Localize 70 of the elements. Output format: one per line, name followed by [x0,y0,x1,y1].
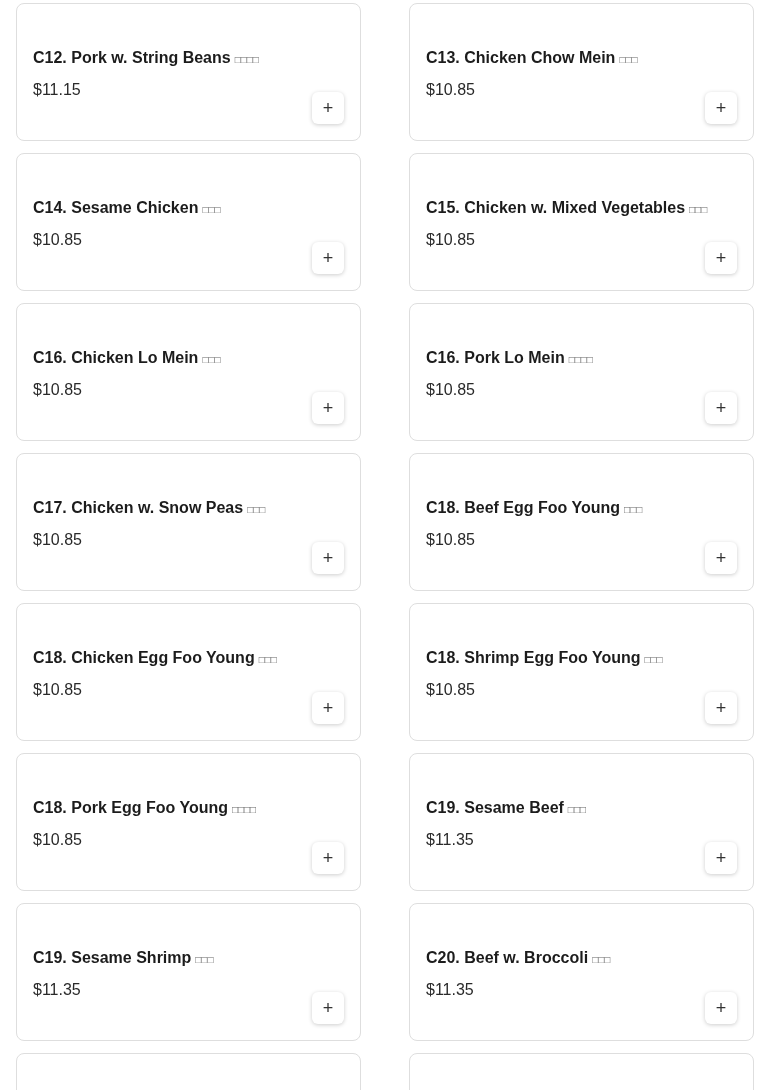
item-name: C18. Shrimp Egg Foo Young [426,648,641,668]
add-button[interactable]: + [705,992,737,1024]
menu-item-card[interactable]: C19. Sesame Shrimp □□□ $11.35 + [16,903,361,1041]
add-button[interactable]: + [312,92,344,124]
item-native-name: □□□ [202,353,221,367]
item-native-name: □□□□ [232,803,257,817]
add-button[interactable]: + [312,392,344,424]
item-name: C16. Chicken Lo Mein [33,348,199,368]
item-price: $10.85 [426,81,475,99]
menu-item-card[interactable]: C18. Shrimp Egg Foo Young □□□ $10.85 + [409,603,754,741]
item-price: $10.85 [33,531,82,549]
item-name: C14. Sesame Chicken [33,198,199,218]
add-button[interactable]: + [312,992,344,1024]
item-native-name: □□□ [644,653,663,667]
item-price: $11.35 [426,981,474,999]
item-name: C19. Sesame Beef [426,798,564,818]
item-price: $11.35 [33,981,81,999]
item-native-name: □□□ [247,503,266,517]
menu-item-card[interactable]: C15. Chicken w. Mixed Vegetables □□□ $10.85 + [409,153,754,291]
item-name: C20. Beef w. Broccoli [426,948,589,968]
item-native-name: □□□ [567,803,586,817]
item-native-name: □□□ [624,503,643,517]
item-name: C13. Chicken Chow Mein [426,48,616,68]
menu-item-card[interactable]: C14. Sesame Chicken □□□ $10.85 + [16,153,361,291]
item-native-name: □□□□ [568,353,593,367]
item-native-name: □□□ [592,953,611,967]
item-price: $11.35 [426,831,474,849]
item-native-name: □□□ [689,203,708,217]
menu-item-card[interactable]: C18. Beef Egg Foo Young □□□ $10.85 + [409,453,754,591]
item-name: C16. Pork Lo Mein [426,348,565,368]
item-price: $10.85 [33,381,82,399]
item-price: $10.85 [426,531,475,549]
add-button[interactable]: + [312,242,344,274]
menu-item-card[interactable]: C18. Pork Egg Foo Young □□□□ $10.85 + [16,753,361,891]
item-name: C18. Chicken Egg Foo Young [33,648,255,668]
add-button[interactable]: + [312,692,344,724]
item-price: $10.85 [426,381,475,399]
add-button[interactable]: + [705,242,737,274]
item-price: $11.15 [33,81,81,99]
item-name: C18. Pork Egg Foo Young [33,798,228,818]
item-native-name: □□□ [195,953,214,967]
add-button[interactable]: + [705,842,737,874]
item-name: C12. Pork w. String Beans [33,48,231,68]
menu-item-card[interactable]: C19. Sesame Beef □□□ $11.35 + [409,753,754,891]
item-name: C17. Chicken w. Snow Peas [33,498,244,518]
menu-item-card[interactable]: C18. Chicken Egg Foo Young □□□ $10.85 + [16,603,361,741]
add-button[interactable]: + [312,542,344,574]
item-price: $10.85 [33,231,82,249]
item-price: $10.85 [33,831,82,849]
menu-item-card[interactable]: C13. Chicken Chow Mein □□□ $10.85 + [409,3,754,141]
item-price: $10.85 [426,231,475,249]
item-native-name: □□□□ [234,53,259,67]
item-price: $10.85 [426,681,475,699]
item-name: C19. Sesame Shrimp [33,948,192,968]
add-button[interactable]: + [312,842,344,874]
add-button[interactable]: + [705,692,737,724]
menu-item-card[interactable]: C20. Beef w. Broccoli □□□ $11.35 + [409,903,754,1041]
item-price: $10.85 [33,681,82,699]
add-button[interactable]: + [705,92,737,124]
add-button[interactable]: + [705,392,737,424]
item-name: C18. Beef Egg Foo Young [426,498,621,518]
item-native-name: □□□ [619,53,638,67]
menu-item-card[interactable]: C16. Pork Lo Mein □□□□ $10.85 + [409,303,754,441]
menu-item-card[interactable]: C17. Chicken w. Snow Peas □□□ $10.85 + [16,453,361,591]
menu-item-card[interactable]: C12. Pork w. String Beans □□□□ $11.15 + [16,3,361,141]
add-button[interactable]: + [705,542,737,574]
menu-item-card[interactable]: C16. Chicken Lo Mein □□□ $10.85 + [16,303,361,441]
item-native-name: □□□ [258,653,277,667]
item-name: C15. Chicken w. Mixed Vegetables [426,198,686,218]
item-native-name: □□□ [202,203,221,217]
